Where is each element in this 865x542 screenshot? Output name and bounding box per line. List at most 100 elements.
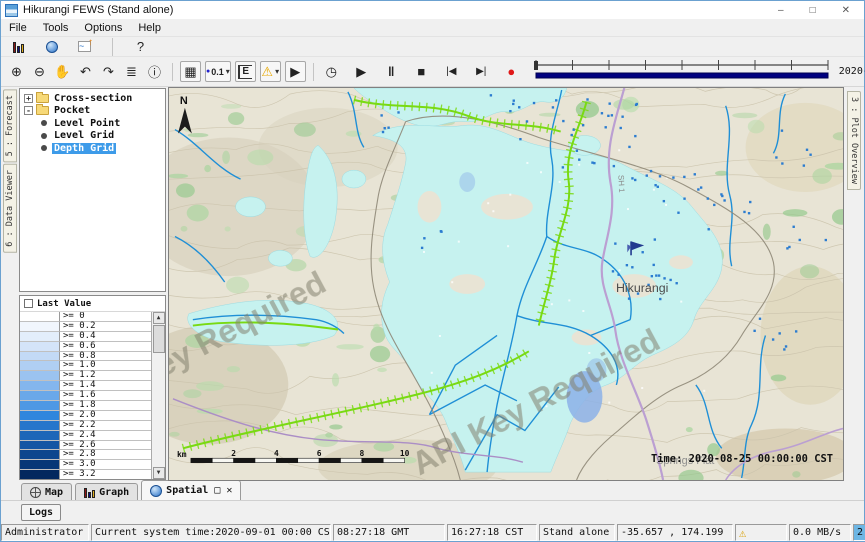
- scroll-up-icon[interactable]: ▲: [153, 312, 165, 324]
- interval-button[interactable]: ●0.1▾: [205, 61, 231, 82]
- status-user: Administrator: [1, 524, 89, 541]
- legend-swatch: [20, 312, 60, 322]
- tree-item-level-grid[interactable]: Level Grid: [22, 130, 163, 143]
- spatial-side-panel: + Cross-section-PocketLevel PointLevel Gr…: [18, 87, 168, 481]
- pause-button[interactable]: ‖: [381, 61, 402, 82]
- tree-item-pocket[interactable]: -Pocket: [22, 105, 163, 118]
- scroll-down-icon[interactable]: ▼: [153, 467, 165, 479]
- svg-text:km: km: [177, 450, 187, 459]
- zoom-next-button[interactable]: ↷: [98, 61, 119, 82]
- warning-icon[interactable]: ⚠: [739, 526, 746, 540]
- status-gmt-time: 08:27:18 GMT: [333, 524, 445, 541]
- chart-display-button[interactable]: ~↑: [74, 36, 95, 57]
- map-canvas[interactable]: Hikurangi Springs Flat SH 1 API Key Requ…: [168, 87, 844, 481]
- maximize-button[interactable]: □: [810, 5, 816, 16]
- status-warning: ⚠: [735, 524, 787, 541]
- legend-title: Last Value: [37, 299, 91, 309]
- stop-button[interactable]: ■: [411, 61, 432, 82]
- road-label: SH 1: [616, 175, 626, 194]
- warning-button[interactable]: ⚠▾: [260, 61, 281, 82]
- legend-swatch: [20, 342, 60, 352]
- last-value-checkbox[interactable]: [24, 299, 33, 308]
- folder-icon: [36, 94, 49, 103]
- legend-swatch: [20, 322, 60, 332]
- right-tab-strip: 3 : Plot Overview: [844, 87, 864, 481]
- close-button[interactable]: ✕: [842, 5, 850, 16]
- menu-file[interactable]: File: [9, 22, 27, 34]
- tree-item-label: Cross-section: [52, 93, 134, 104]
- globe-icon: [46, 41, 58, 53]
- node-bullet-icon: [41, 145, 47, 151]
- legend-swatch: [20, 361, 60, 371]
- tab-data-viewer[interactable]: 6 : Data Viewer: [3, 164, 17, 253]
- map-display-button[interactable]: [41, 36, 62, 57]
- scrollbar-thumb[interactable]: [153, 325, 165, 353]
- spatial-maximize-button[interactable]: □: [214, 485, 220, 496]
- legend-row: >= 3.2: [20, 470, 151, 479]
- toolbar-displays: ~↑?: [1, 37, 864, 57]
- globe-icon: [150, 485, 162, 497]
- legend-swatch: [20, 411, 60, 421]
- tree-item-level-point[interactable]: Level Point: [22, 117, 163, 130]
- menu-tools[interactable]: Tools: [43, 22, 69, 34]
- collapse-icon[interactable]: -: [24, 106, 33, 115]
- status-mode: Stand alone: [539, 524, 615, 541]
- zoom-previous-button[interactable]: ↶: [75, 61, 96, 82]
- help-button[interactable]: ?: [130, 36, 151, 57]
- legend-swatch: [20, 441, 60, 451]
- menu-options[interactable]: Options: [84, 22, 122, 34]
- window-title: Hikurangi FEWS (Stand alone): [23, 4, 173, 16]
- menu-help[interactable]: Help: [138, 22, 161, 34]
- play-button[interactable]: ▶: [351, 61, 372, 82]
- minimize-button[interactable]: –: [778, 5, 784, 16]
- spatial-close-button[interactable]: ✕: [226, 485, 232, 496]
- tab-map[interactable]: Map: [21, 483, 72, 500]
- tab-spatial[interactable]: Spatial □ ✕: [141, 480, 241, 500]
- tab-plot-overview[interactable]: 3 : Plot Overview: [847, 91, 861, 190]
- zoom-in-button[interactable]: ⊕: [6, 61, 27, 82]
- expand-icon[interactable]: +: [24, 94, 33, 103]
- tab-graph[interactable]: Graph: [75, 483, 138, 500]
- tree-item-label: Level Point: [52, 118, 122, 129]
- animation-settings-button[interactable]: ◷: [321, 61, 342, 82]
- layers-button[interactable]: ≣: [121, 61, 142, 82]
- legend-swatch: [20, 332, 60, 342]
- pan-button[interactable]: ✋: [52, 61, 73, 82]
- svg-text:10: 10: [400, 449, 410, 458]
- menu-bar: File Tools Options Help: [1, 19, 864, 37]
- svg-text:6: 6: [317, 449, 322, 458]
- ruler-button[interactable]: E: [235, 61, 256, 82]
- timeline-handle[interactable]: [534, 61, 538, 70]
- step-forward-button[interactable]: ▶|: [471, 61, 492, 82]
- zoom-out-button[interactable]: ⊖: [29, 61, 50, 82]
- logs-row: Logs: [1, 501, 864, 523]
- legend-scrollbar[interactable]: ▲ ▼: [151, 312, 165, 479]
- app-logo-icon: [5, 4, 18, 17]
- legend-swatch: [20, 391, 60, 401]
- status-system-time: Current system time:2020-09-01 00:00 CST: [91, 524, 331, 541]
- title-bar: Hikurangi FEWS (Stand alone) – □ ✕: [1, 1, 864, 19]
- step-back-button[interactable]: |◀: [441, 61, 462, 82]
- timeline-datetime: 2020-08-25 00:00:00 CST: [839, 66, 865, 77]
- tab-forecast[interactable]: 5 : Forecast: [3, 89, 17, 162]
- legend-swatch: [20, 381, 60, 391]
- status-coordinates: -35.657 , 174.199: [617, 524, 733, 541]
- legend-label: >= 3.2: [60, 470, 151, 479]
- grid-button[interactable]: ▦: [180, 61, 201, 82]
- legend-swatch: [20, 352, 60, 362]
- layer-tree: + Cross-section-PocketLevel PointLevel Gr…: [19, 88, 166, 292]
- info-button[interactable]: ⓘ: [144, 61, 165, 82]
- tree-item-cross-section[interactable]: + Cross-section: [22, 92, 163, 105]
- folder-icon: [36, 106, 49, 115]
- town-label: Hikurangi: [616, 281, 668, 295]
- status-memory: 2.5 GB: [853, 524, 865, 541]
- timeline-slider[interactable]: [533, 58, 833, 85]
- logs-button[interactable]: Logs: [21, 504, 61, 521]
- tree-item-label: Level Grid: [52, 130, 116, 141]
- svg-text:N: N: [180, 95, 188, 107]
- tabular-display-button[interactable]: [8, 36, 29, 57]
- movie-button[interactable]: ▶: [285, 61, 306, 82]
- legend-swatch: [20, 401, 60, 411]
- tree-item-depth-grid[interactable]: Depth Grid: [22, 142, 163, 155]
- record-button[interactable]: ●: [501, 61, 522, 82]
